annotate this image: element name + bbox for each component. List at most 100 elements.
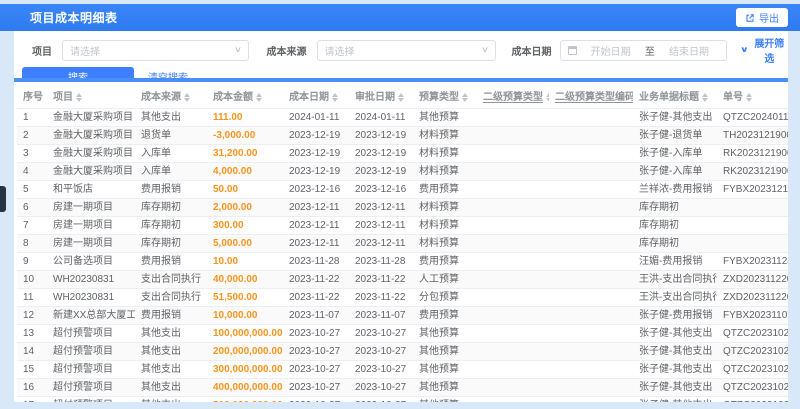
table-cell <box>549 324 633 343</box>
sort-icon[interactable] <box>184 92 190 102</box>
table-row: 11 WH20230831 支出合同执行 51,500.00 2023-11-22 202… <box>17 288 788 307</box>
column-header[interactable]: 成本日期 <box>283 82 349 109</box>
table-cell: 费用报销 <box>135 306 207 325</box>
export-button[interactable]: 导出 <box>736 8 788 27</box>
table-cell: 2023-12-19 <box>349 162 413 181</box>
cost-date-filter-label: 成本日期 <box>511 46 552 58</box>
table-cell <box>477 108 549 127</box>
table-cell: 2023-10-27 <box>349 360 413 379</box>
table-cell <box>549 198 633 217</box>
table-cell: 16 <box>17 378 47 397</box>
column-header[interactable]: 单号 <box>717 82 788 109</box>
table-cell <box>549 288 633 307</box>
table-cell <box>549 270 633 289</box>
table-cell: QTZC20231027002 <box>717 378 788 397</box>
expand-filters-label: 展开筛选 <box>754 39 785 65</box>
table-cell: ZXD20231122001 <box>717 288 788 307</box>
column-header[interactable]: 业务单据标题 <box>633 82 717 109</box>
table-cell: 2023-12-19 <box>349 144 413 163</box>
expand-filters-link[interactable]: ∨ 展开筛选 <box>740 35 788 65</box>
table-cell: 超付预警项目 <box>47 396 135 402</box>
table-cell: RK20231219003 <box>717 144 788 163</box>
table-cell <box>549 162 633 181</box>
cost-source-select[interactable]: 请选择 ∨ <box>316 39 496 61</box>
column-header[interactable]: 成本来源 <box>135 82 207 109</box>
table-cell: 张子健-退货单 <box>633 126 717 145</box>
table-cell: 2023-11-22 <box>283 288 349 307</box>
table-cell: 库存期初 <box>633 198 717 217</box>
cost-date-range-input[interactable]: 开始日期 至 结束日期 <box>559 39 728 61</box>
table-cell: -3,000.00 <box>207 126 283 145</box>
column-header[interactable]: 预算类型 <box>413 82 477 109</box>
cost-source-select-placeholder: 请选择 <box>324 46 355 58</box>
table-cell: 库存期初 <box>633 234 717 253</box>
table-cell: QTZC20231027002 <box>717 324 788 343</box>
table-cell: 材料预算 <box>413 198 477 217</box>
table-cell: 3 <box>17 144 47 163</box>
project-select[interactable]: 请选择 ∨ <box>62 39 249 61</box>
sort-icon[interactable] <box>546 92 549 102</box>
table-cell: 费用预算 <box>413 180 477 199</box>
table-cell: 其他预算 <box>413 360 477 379</box>
column-header[interactable]: 二级预算类型 <box>477 82 549 109</box>
chevron-down-icon: ∨ <box>480 45 489 54</box>
table-cell: 2023-12-16 <box>349 180 413 199</box>
sort-icon[interactable] <box>256 92 262 102</box>
sort-icon[interactable] <box>76 92 82 102</box>
table-cell: 2023-10-27 <box>283 360 349 379</box>
table-cell: 2023-10-27 <box>349 396 413 402</box>
cost-table: 序号 项目 成本来源 成本金额 成本日期 审批日期 预算类型 二级预算类型 二级预算类型编码 业务… <box>17 82 788 402</box>
table-cell: 张子健-其他支出 <box>633 360 717 379</box>
table-cell: 公司备选项目 <box>47 252 135 271</box>
table-cell: 其他支出 <box>135 342 207 361</box>
table-cell: QTZC20231027002 <box>717 396 788 402</box>
date-range-separator: 至 <box>644 46 655 58</box>
table-cell: 费用报销 <box>135 252 207 271</box>
table-cell: 200,000,000.00 <box>207 342 283 361</box>
column-header[interactable]: 成本金额 <box>207 82 283 109</box>
column-header[interactable]: 审批日期 <box>349 82 413 109</box>
table-cell: FYBX20231216001 <box>717 180 788 199</box>
sort-icon[interactable] <box>398 92 404 102</box>
table-cell: 2023-10-27 <box>283 342 349 361</box>
table-cell: 张子健-其他支出 <box>633 378 717 397</box>
project-filter-label: 项目 <box>32 46 52 58</box>
sidebar-collapse-handle[interactable] <box>0 186 6 212</box>
sort-icon[interactable] <box>462 92 468 102</box>
table-cell <box>717 216 788 235</box>
table-cell: 2023-12-11 <box>349 198 413 217</box>
table-cell <box>477 360 549 379</box>
table-cell: 2023-11-22 <box>349 288 413 307</box>
table-row: 9 公司备选项目 费用报销 10.00 2023-11-28 2023-11-28 费用预算… <box>17 252 788 271</box>
sort-icon[interactable] <box>702 92 708 102</box>
table-cell: 张子健-其他支出 <box>633 108 717 127</box>
sort-icon[interactable] <box>332 92 338 102</box>
table-cell: 张子健-其他支出 <box>633 396 717 402</box>
table-cell: 材料预算 <box>413 216 477 235</box>
table-cell: 其他预算 <box>413 324 477 343</box>
table-cell: 2023-11-07 <box>349 306 413 325</box>
column-header[interactable]: 二级预算类型编码 <box>549 82 633 109</box>
table-cell: 7 <box>17 216 47 235</box>
table-cell: 300,000,000.00 <box>207 360 283 379</box>
table-cell: ZXD20231122002 <box>717 270 788 289</box>
table-cell: 2023-12-11 <box>283 198 349 217</box>
table-cell: 汪媚-费用报销 <box>633 252 717 271</box>
sort-icon[interactable] <box>746 92 752 102</box>
table-cell: 300.00 <box>207 216 283 235</box>
column-header[interactable]: 项目 <box>47 82 135 109</box>
table-cell: 2024-01-11 <box>349 108 413 127</box>
table-cell: 400,000,000.00 <box>207 378 283 397</box>
table-cell <box>717 198 788 217</box>
table-row: 4 金融大厦采购项目 入库单 4,000.00 2023-12-19 2023-12-19… <box>17 162 788 181</box>
table-cell: 房建一期项目 <box>47 216 135 235</box>
table-header-row: 序号 项目 成本来源 成本金额 成本日期 审批日期 预算类型 二级预算类型 二级预算类型编码 业务… <box>17 82 788 109</box>
column-header-label: 成本金额 <box>213 92 253 103</box>
table-cell: 5,000.00 <box>207 234 283 253</box>
table-cell: 其他支出 <box>135 396 207 402</box>
table-cell: 1 <box>17 108 47 127</box>
export-button-label: 导出 <box>759 14 779 25</box>
table-cell: 4 <box>17 162 47 181</box>
table-cell: 2023-11-22 <box>349 270 413 289</box>
table-row: 8 房建一期项目 库存期初 5,000.00 2023-12-11 2023-12-11 材… <box>17 234 788 253</box>
